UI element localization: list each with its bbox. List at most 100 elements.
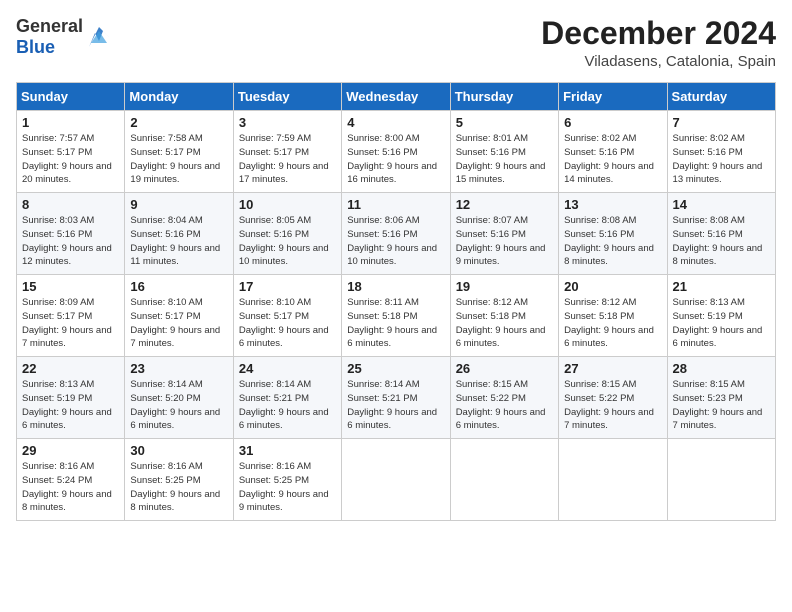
day-info: Sunrise: 8:00 AM Sunset: 5:16 PM Dayligh… [347, 132, 444, 187]
day-number: 24 [239, 361, 336, 376]
calendar-body: 1 Sunrise: 7:57 AM Sunset: 5:17 PM Dayli… [17, 111, 776, 521]
calendar-cell: 29 Sunrise: 8:16 AM Sunset: 5:24 PM Dayl… [17, 439, 125, 521]
col-thursday: Thursday [450, 83, 558, 111]
day-number: 11 [347, 197, 444, 212]
month-title: December 2024 [541, 16, 776, 51]
day-number: 8 [22, 197, 119, 212]
logo-text: General Blue [16, 16, 83, 58]
day-number: 16 [130, 279, 227, 294]
calendar-cell: 26 Sunrise: 8:15 AM Sunset: 5:22 PM Dayl… [450, 357, 558, 439]
calendar-cell: 7 Sunrise: 8:02 AM Sunset: 5:16 PM Dayli… [667, 111, 775, 193]
day-number: 31 [239, 443, 336, 458]
calendar-cell [667, 439, 775, 521]
day-info: Sunrise: 8:08 AM Sunset: 5:16 PM Dayligh… [564, 214, 661, 269]
day-info: Sunrise: 8:14 AM Sunset: 5:20 PM Dayligh… [130, 378, 227, 433]
col-monday: Monday [125, 83, 233, 111]
calendar-cell: 15 Sunrise: 8:09 AM Sunset: 5:17 PM Dayl… [17, 275, 125, 357]
col-friday: Friday [559, 83, 667, 111]
calendar-cell: 18 Sunrise: 8:11 AM Sunset: 5:18 PM Dayl… [342, 275, 450, 357]
day-number: 1 [22, 115, 119, 130]
calendar-cell [342, 439, 450, 521]
calendar-cell: 28 Sunrise: 8:15 AM Sunset: 5:23 PM Dayl… [667, 357, 775, 439]
logo-general: General [16, 16, 83, 36]
calendar-cell: 17 Sunrise: 8:10 AM Sunset: 5:17 PM Dayl… [233, 275, 341, 357]
page-container: General Blue December 2024 Viladasens, C… [0, 0, 792, 531]
day-info: Sunrise: 8:02 AM Sunset: 5:16 PM Dayligh… [673, 132, 770, 187]
day-number: 12 [456, 197, 553, 212]
day-number: 21 [673, 279, 770, 294]
calendar-cell: 31 Sunrise: 8:16 AM Sunset: 5:25 PM Dayl… [233, 439, 341, 521]
calendar-cell: 4 Sunrise: 8:00 AM Sunset: 5:16 PM Dayli… [342, 111, 450, 193]
header-row: Sunday Monday Tuesday Wednesday Thursday… [17, 83, 776, 111]
day-info: Sunrise: 8:03 AM Sunset: 5:16 PM Dayligh… [22, 214, 119, 269]
day-info: Sunrise: 8:10 AM Sunset: 5:17 PM Dayligh… [130, 296, 227, 351]
day-number: 26 [456, 361, 553, 376]
col-sunday: Sunday [17, 83, 125, 111]
calendar-cell: 30 Sunrise: 8:16 AM Sunset: 5:25 PM Dayl… [125, 439, 233, 521]
location-title: Viladasens, Catalonia, Spain [541, 53, 776, 70]
day-number: 9 [130, 197, 227, 212]
day-info: Sunrise: 8:09 AM Sunset: 5:17 PM Dayligh… [22, 296, 119, 351]
calendar-cell [450, 439, 558, 521]
day-info: Sunrise: 7:58 AM Sunset: 5:17 PM Dayligh… [130, 132, 227, 187]
calendar-cell: 3 Sunrise: 7:59 AM Sunset: 5:17 PM Dayli… [233, 111, 341, 193]
day-info: Sunrise: 8:12 AM Sunset: 5:18 PM Dayligh… [456, 296, 553, 351]
day-info: Sunrise: 8:01 AM Sunset: 5:16 PM Dayligh… [456, 132, 553, 187]
title-block: December 2024 Viladasens, Catalonia, Spa… [541, 16, 776, 70]
page-header: General Blue December 2024 Viladasens, C… [16, 16, 776, 70]
day-info: Sunrise: 8:04 AM Sunset: 5:16 PM Dayligh… [130, 214, 227, 269]
day-info: Sunrise: 8:06 AM Sunset: 5:16 PM Dayligh… [347, 214, 444, 269]
day-info: Sunrise: 7:57 AM Sunset: 5:17 PM Dayligh… [22, 132, 119, 187]
calendar-cell [559, 439, 667, 521]
day-info: Sunrise: 8:10 AM Sunset: 5:17 PM Dayligh… [239, 296, 336, 351]
day-info: Sunrise: 8:14 AM Sunset: 5:21 PM Dayligh… [239, 378, 336, 433]
calendar-cell: 11 Sunrise: 8:06 AM Sunset: 5:16 PM Dayl… [342, 193, 450, 275]
logo-blue: Blue [16, 37, 55, 57]
calendar-cell: 5 Sunrise: 8:01 AM Sunset: 5:16 PM Dayli… [450, 111, 558, 193]
day-number: 30 [130, 443, 227, 458]
day-number: 19 [456, 279, 553, 294]
day-number: 13 [564, 197, 661, 212]
calendar-cell: 25 Sunrise: 8:14 AM Sunset: 5:21 PM Dayl… [342, 357, 450, 439]
calendar-cell: 2 Sunrise: 7:58 AM Sunset: 5:17 PM Dayli… [125, 111, 233, 193]
day-number: 22 [22, 361, 119, 376]
day-info: Sunrise: 8:15 AM Sunset: 5:22 PM Dayligh… [456, 378, 553, 433]
calendar-cell: 19 Sunrise: 8:12 AM Sunset: 5:18 PM Dayl… [450, 275, 558, 357]
col-saturday: Saturday [667, 83, 775, 111]
day-info: Sunrise: 8:16 AM Sunset: 5:25 PM Dayligh… [239, 460, 336, 515]
day-number: 27 [564, 361, 661, 376]
logo-icon [85, 23, 113, 51]
day-number: 5 [456, 115, 553, 130]
calendar-cell: 8 Sunrise: 8:03 AM Sunset: 5:16 PM Dayli… [17, 193, 125, 275]
day-number: 17 [239, 279, 336, 294]
day-info: Sunrise: 8:15 AM Sunset: 5:22 PM Dayligh… [564, 378, 661, 433]
day-number: 15 [22, 279, 119, 294]
calendar-cell: 20 Sunrise: 8:12 AM Sunset: 5:18 PM Dayl… [559, 275, 667, 357]
day-number: 6 [564, 115, 661, 130]
day-number: 10 [239, 197, 336, 212]
col-tuesday: Tuesday [233, 83, 341, 111]
calendar-cell: 12 Sunrise: 8:07 AM Sunset: 5:16 PM Dayl… [450, 193, 558, 275]
day-info: Sunrise: 8:05 AM Sunset: 5:16 PM Dayligh… [239, 214, 336, 269]
day-info: Sunrise: 8:13 AM Sunset: 5:19 PM Dayligh… [22, 378, 119, 433]
day-number: 14 [673, 197, 770, 212]
calendar-header: Sunday Monday Tuesday Wednesday Thursday… [17, 83, 776, 111]
calendar-cell: 10 Sunrise: 8:05 AM Sunset: 5:16 PM Dayl… [233, 193, 341, 275]
day-info: Sunrise: 8:02 AM Sunset: 5:16 PM Dayligh… [564, 132, 661, 187]
col-wednesday: Wednesday [342, 83, 450, 111]
day-number: 18 [347, 279, 444, 294]
day-number: 7 [673, 115, 770, 130]
logo: General Blue [16, 16, 113, 58]
day-number: 29 [22, 443, 119, 458]
day-number: 23 [130, 361, 227, 376]
calendar-cell: 23 Sunrise: 8:14 AM Sunset: 5:20 PM Dayl… [125, 357, 233, 439]
day-info: Sunrise: 7:59 AM Sunset: 5:17 PM Dayligh… [239, 132, 336, 187]
day-number: 20 [564, 279, 661, 294]
day-info: Sunrise: 8:16 AM Sunset: 5:24 PM Dayligh… [22, 460, 119, 515]
calendar-cell: 6 Sunrise: 8:02 AM Sunset: 5:16 PM Dayli… [559, 111, 667, 193]
day-number: 3 [239, 115, 336, 130]
calendar-table: Sunday Monday Tuesday Wednesday Thursday… [16, 82, 776, 521]
calendar-cell: 24 Sunrise: 8:14 AM Sunset: 5:21 PM Dayl… [233, 357, 341, 439]
day-info: Sunrise: 8:14 AM Sunset: 5:21 PM Dayligh… [347, 378, 444, 433]
calendar-cell: 27 Sunrise: 8:15 AM Sunset: 5:22 PM Dayl… [559, 357, 667, 439]
